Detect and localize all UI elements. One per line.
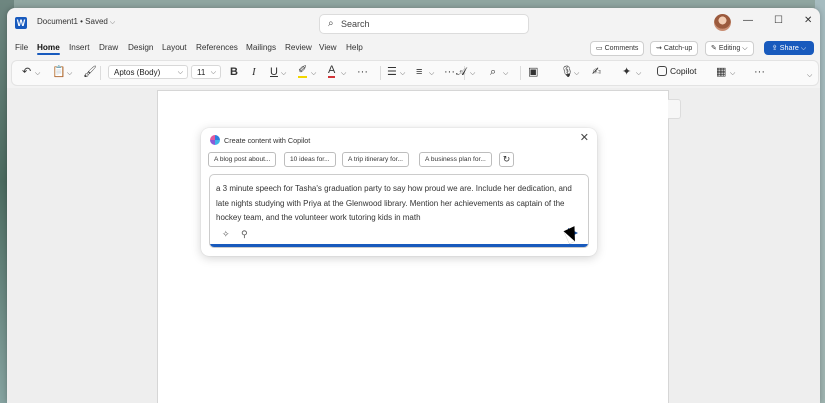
font-color-button[interactable]: A: [328, 65, 336, 78]
chevron-down-icon[interactable]: ⌵: [574, 67, 579, 81]
chevron-down-icon[interactable]: ⌵: [429, 67, 434, 81]
close-window-button[interactable]: ✕: [804, 15, 812, 26]
tab-mailings[interactable]: Mailings: [246, 43, 276, 52]
font-name-select[interactable]: Aptos (Body) ⌵: [108, 65, 188, 79]
bold-button[interactable]: B: [230, 65, 238, 79]
italic-button[interactable]: I: [252, 65, 256, 79]
catchup-label: Catch-up: [663, 45, 693, 52]
copilot-prompt-input[interactable]: a 3 minute speech for Tasha's graduation…: [209, 174, 589, 248]
editor-icon[interactable]: ▣: [528, 65, 538, 79]
ribbon-toolbar: ↶ ⌵ 📋 ⌵ 🖌 Aptos (Body) ⌵ 11 ⌵ B I U ⌵ ✐ …: [11, 60, 819, 86]
suggestion-chip[interactable]: 10 ideas for...: [284, 152, 336, 167]
search-input[interactable]: ⌕ Search: [319, 14, 529, 34]
chevron-down-icon: ⌵: [210, 69, 216, 76]
editing-button[interactable]: ✎ Editing ⌵: [705, 41, 754, 56]
dictate-icon[interactable]: 🎙: [560, 65, 574, 79]
undo-icon[interactable]: ↶: [22, 65, 31, 79]
find-icon[interactable]: ⌕: [490, 65, 496, 79]
maximize-button[interactable]: ☐: [774, 15, 783, 26]
chevron-down-icon: ⌵: [177, 69, 183, 76]
copilot-label: Copilot: [670, 66, 697, 76]
tab-view[interactable]: View: [319, 43, 337, 52]
styles-icon[interactable]: 𝒜: [456, 65, 466, 79]
word-icon[interactable]: W: [15, 17, 27, 29]
word-window: W Document1 • Saved ⌵ ⌕ Search — ☐ ✕ File…: [7, 8, 820, 403]
prompt-text[interactable]: a 3 minute speech for Tasha's graduation…: [216, 182, 584, 226]
tab-review[interactable]: Review: [285, 43, 312, 52]
font-name-value: Aptos (Body): [114, 68, 161, 77]
layout-icon[interactable]: ▦: [716, 65, 726, 79]
suggestion-chip[interactable]: A blog post about...: [208, 152, 277, 167]
tab-layout[interactable]: Layout: [162, 43, 187, 52]
chevron-down-icon[interactable]: ⌵: [281, 67, 286, 81]
chevron-down-icon[interactable]: ⌵: [35, 67, 40, 81]
chevron-down-icon[interactable]: ⌵: [730, 67, 735, 81]
divider: [520, 66, 521, 80]
align-icon[interactable]: ≡: [416, 65, 422, 79]
editing-label: Editing: [718, 45, 741, 52]
refresh-icon[interactable]: ↻: [499, 152, 514, 167]
side-pane-tab[interactable]: [668, 99, 681, 119]
document-title[interactable]: Document1 • Saved ⌵: [37, 17, 115, 27]
chevron-down-icon[interactable]: ⌵: [503, 67, 508, 81]
minimize-button[interactable]: —: [743, 15, 753, 26]
chevron-down-icon[interactable]: ⌵: [400, 67, 405, 81]
chevron-down-icon[interactable]: ⌵: [311, 67, 316, 81]
share-label: Share: [779, 43, 799, 52]
chevron-down-icon: ⌵: [742, 45, 748, 52]
chevron-down-icon: ⌵: [800, 43, 807, 52]
document-title-label: Document1 • Saved: [37, 17, 108, 26]
chevron-down-icon[interactable]: ⌵: [636, 67, 641, 81]
comments-button[interactable]: ▭ Comments: [590, 41, 645, 56]
comments-icon: ▭: [596, 45, 603, 52]
sparkle-icon[interactable]: ✧: [222, 229, 230, 240]
suggestion-chip[interactable]: A business plan for...: [419, 152, 492, 167]
share-icon: ⇪: [771, 43, 778, 52]
tab-help[interactable]: Help: [346, 43, 363, 52]
copilot-button[interactable]: Copilot: [657, 66, 696, 76]
more-options-icon[interactable]: ···: [754, 65, 765, 79]
tab-references[interactable]: References: [196, 43, 238, 52]
designer-icon[interactable]: ✍: [592, 65, 601, 79]
copilot-dialog-title: Create content with Copilot: [224, 136, 311, 145]
tab-home[interactable]: Home: [37, 43, 60, 55]
suggestion-chip[interactable]: A trip itinerary for...: [342, 152, 409, 167]
attach-icon[interactable]: ⚲: [241, 229, 248, 240]
comments-label: Comments: [604, 45, 639, 52]
title-bar: W Document1 • Saved ⌵ ⌕ Search — ☐ ✕: [7, 8, 820, 38]
copilot-dialog: Create content with Copilot ✕ A blog pos…: [201, 128, 597, 256]
chevron-down-icon: ⌵: [109, 19, 116, 26]
tab-insert[interactable]: Insert: [69, 43, 89, 52]
tab-file[interactable]: File: [15, 43, 28, 52]
copilot-logo-icon: [210, 135, 220, 145]
more-options-icon[interactable]: ···: [444, 65, 455, 79]
catchup-button[interactable]: ⇝ Catch-up: [650, 41, 699, 56]
tab-design[interactable]: Design: [128, 43, 154, 52]
chevron-down-icon[interactable]: ⌵: [341, 67, 346, 81]
more-options-icon[interactable]: ···: [357, 65, 368, 79]
bullets-icon[interactable]: ☰: [387, 65, 397, 79]
font-size-select[interactable]: 11 ⌵: [191, 65, 221, 79]
catchup-icon: ⇝: [656, 45, 662, 52]
close-icon[interactable]: ✕: [580, 131, 589, 144]
copilot-icon: [657, 66, 667, 76]
tab-draw[interactable]: Draw: [99, 43, 118, 52]
avatar[interactable]: [714, 14, 731, 31]
divider: [380, 66, 381, 80]
chevron-down-icon[interactable]: ⌵: [67, 67, 72, 81]
highlight-icon[interactable]: ✐: [298, 65, 308, 78]
search-icon: ⌕: [328, 18, 334, 29]
search-placeholder: Search: [341, 19, 370, 29]
collapse-ribbon-icon[interactable]: ⌵: [807, 69, 812, 83]
chevron-down-icon[interactable]: ⌵: [470, 67, 475, 81]
underline-button[interactable]: U: [270, 65, 278, 79]
share-button[interactable]: ⇪ Share ⌵: [764, 41, 814, 55]
font-size-value: 11: [197, 68, 206, 77]
format-painter-icon[interactable]: 🖌: [83, 65, 97, 79]
divider: [100, 66, 101, 80]
paste-icon[interactable]: 📋: [52, 65, 66, 79]
pencil-icon: ✎: [711, 45, 717, 52]
document-canvas: Create content with Copilot ✕ A blog pos…: [7, 88, 820, 403]
magic-wand-icon[interactable]: ✦: [622, 65, 631, 79]
